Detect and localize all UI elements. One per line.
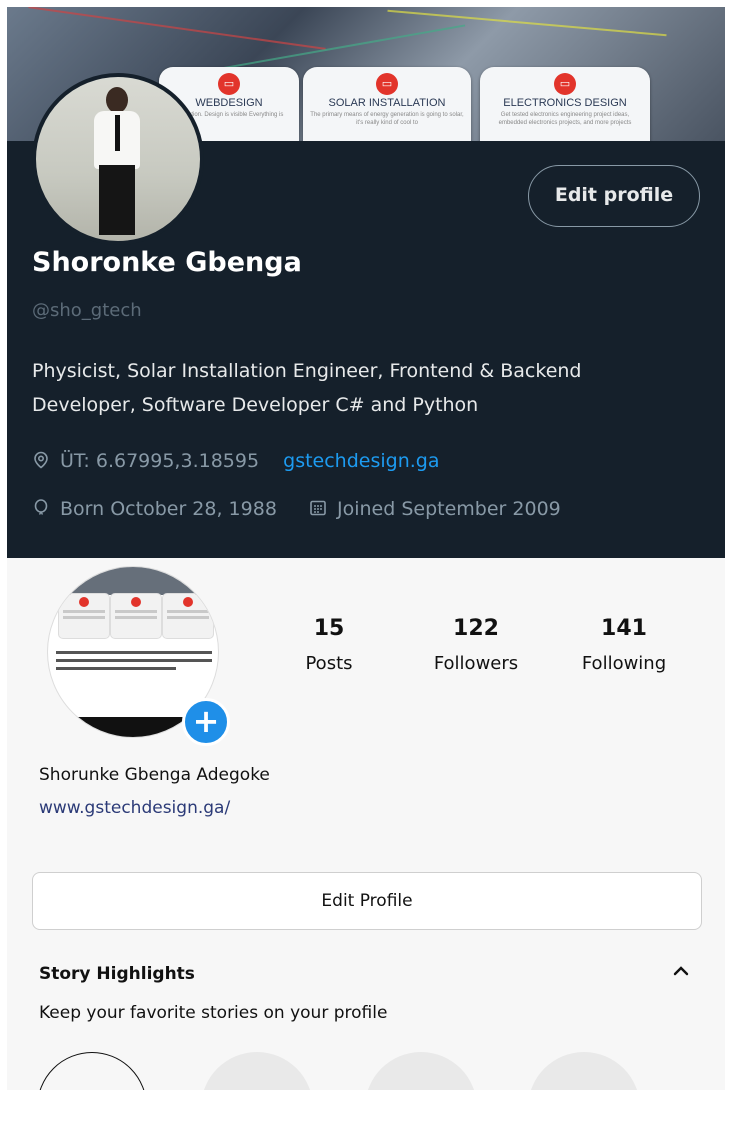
joined-text: Joined September 2009 <box>337 498 561 520</box>
highlight-placeholder <box>528 1052 640 1090</box>
twitter-avatar[interactable] <box>32 73 204 245</box>
story-highlights-subtitle: Keep your favorite stories on your profi… <box>39 1003 388 1023</box>
avatar-thumbnail-dot <box>131 597 141 607</box>
monitor-icon: ▭ <box>376 73 398 95</box>
banner-card-title: SOLAR INSTALLATION <box>328 97 446 109</box>
followers-count: 122 <box>453 616 499 641</box>
highlight-placeholder <box>365 1052 477 1090</box>
banner-card: ▭ SOLAR INSTALLATION The primary means o… <box>303 67 471 141</box>
banner-decoration <box>208 24 466 72</box>
edit-profile-button[interactable]: Edit profile <box>528 165 700 227</box>
avatar-thumbnail-dot <box>183 597 193 607</box>
location-pin-icon <box>34 451 48 469</box>
monitor-icon: ▭ <box>218 73 240 95</box>
avatar-thumbnail-line <box>115 616 157 619</box>
following-label: Following <box>581 653 667 674</box>
monitor-icon: ▭ <box>554 73 576 95</box>
calendar-icon <box>310 500 326 516</box>
edit-profile-button[interactable]: Edit Profile <box>32 872 702 930</box>
website-link[interactable]: www.gstechdesign.ga/ <box>39 798 230 818</box>
avatar-thumbnail-caption <box>56 659 212 662</box>
banner-card-desc: The primary means of energy generation i… <box>310 112 464 126</box>
add-story-plus-icon[interactable]: + <box>182 698 230 746</box>
bio: Physicist, Solar Installation Engineer, … <box>32 360 582 416</box>
followers-stat[interactable]: 122 Followers <box>416 616 536 674</box>
banner-card-desc: Get tested electronics engineering proje… <box>498 112 632 126</box>
avatar-thumbnail-card <box>110 593 162 639</box>
banner-decoration <box>28 7 326 50</box>
avatar-thumbnail-line <box>167 616 209 619</box>
avatar-thumbnail-caption <box>56 651 212 654</box>
story-highlights-title: Story Highlights <box>39 964 195 984</box>
avatar-thumbnail-line <box>115 610 157 613</box>
avatar-thumbnail-banner <box>48 567 218 595</box>
website-link[interactable]: gstechdesign.ga <box>283 450 439 472</box>
full-name: Shorunke Gbenga Adegoke <box>39 765 270 785</box>
posts-count: 15 <box>313 616 345 641</box>
banner-card: ▭ ELECTRONICS DESIGN Get tested electron… <box>480 67 650 141</box>
avatar-thumbnail-card <box>162 593 214 639</box>
user-handle: @sho_gtech <box>32 300 142 321</box>
following-stat[interactable]: 141 Following <box>564 616 684 674</box>
avatar-person-tie <box>115 115 120 151</box>
posts-stat[interactable]: 15 Posts <box>269 616 389 674</box>
avatar-thumbnail-dot <box>79 597 89 607</box>
avatar-person-legs <box>99 165 135 235</box>
chevron-up-icon[interactable] <box>671 961 691 986</box>
avatar-thumbnail-line <box>167 610 209 613</box>
balloon-icon <box>34 499 48 515</box>
dates-row: Born October 28, 1988 Joined September 2… <box>32 498 561 520</box>
posts-label: Posts <box>305 653 353 674</box>
twitter-profile-section: ▭ WEBDESIGN perfection. Design is visibl… <box>7 7 725 558</box>
highlight-placeholder <box>201 1052 313 1090</box>
location-text: ÜT: 6.67995,3.18595 <box>60 450 260 472</box>
followers-label: Followers <box>433 653 519 674</box>
avatar-thumbnail-caption <box>56 667 176 670</box>
instagram-profile-section: + 15 Posts 122 Followers 141 Following S… <box>7 558 725 1090</box>
avatar-person-head <box>106 87 128 113</box>
avatar-thumbnail-line <box>63 610 105 613</box>
new-highlight-button[interactable]: + <box>37 1052 147 1090</box>
following-count: 141 <box>601 616 647 641</box>
birthday-text: Born October 28, 1988 <box>60 498 277 520</box>
avatar-thumbnail-line <box>63 616 105 619</box>
display-name: Shoronke Gbenga <box>32 247 302 278</box>
banner-card-title: ELECTRONICS DESIGN <box>503 97 627 109</box>
location-row: ÜT: 6.67995,3.18595 gstechdesign.ga <box>32 450 440 472</box>
avatar-thumbnail-card <box>58 593 110 639</box>
